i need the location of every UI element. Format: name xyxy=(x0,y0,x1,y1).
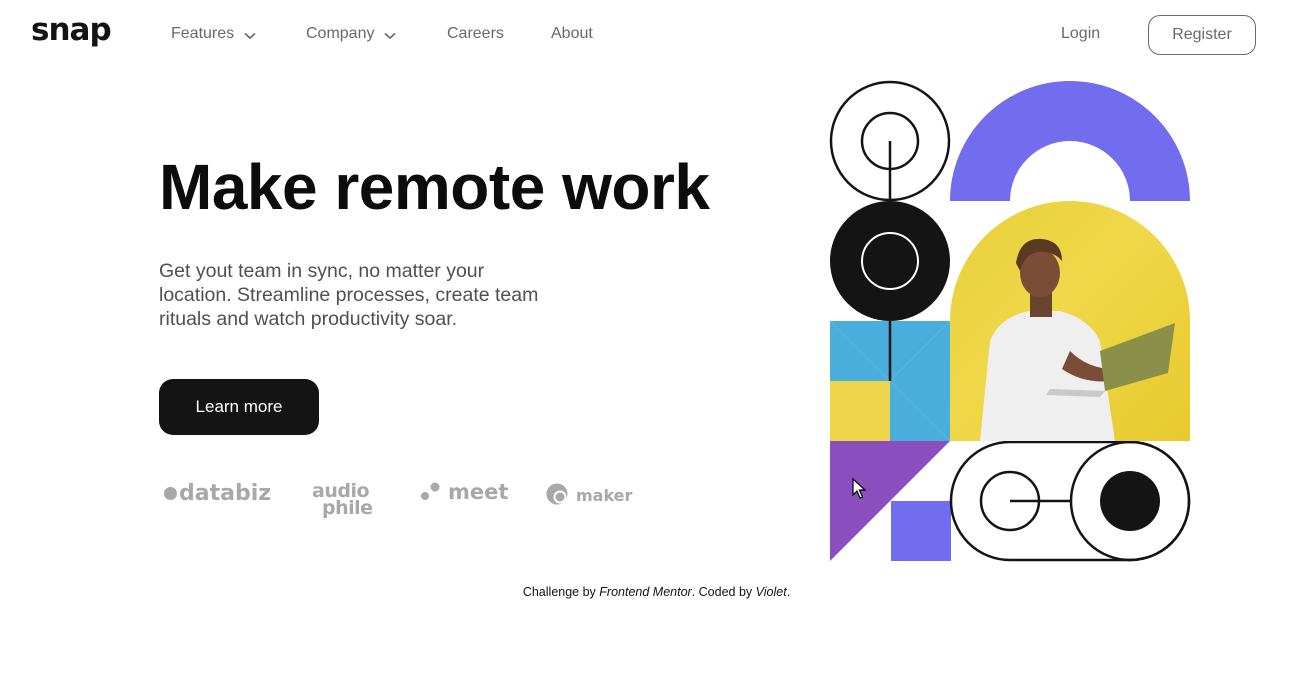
maker-circle-icon xyxy=(546,483,568,505)
databiz-dot-icon xyxy=(164,487,177,500)
mouse-pointer-icon xyxy=(852,478,866,499)
meet-dots-icon xyxy=(421,482,440,500)
person-with-laptop-image xyxy=(980,238,1175,441)
nav-item-about[interactable]: About xyxy=(551,25,593,43)
nav-item-features[interactable]: Features xyxy=(171,25,256,43)
learn-more-button[interactable]: Learn more xyxy=(159,379,319,435)
nav-item-careers[interactable]: Careers xyxy=(447,25,504,43)
chevron-down-icon xyxy=(384,32,397,40)
hero-description: Get yout team in sync, no matter your lo… xyxy=(159,260,539,330)
nav-item-label: Features xyxy=(171,25,235,42)
client-logo-text: meet xyxy=(448,480,509,504)
chevron-down-icon xyxy=(244,32,256,40)
nav-item-company[interactable]: Company xyxy=(306,25,397,43)
client-logo-databiz: databiz xyxy=(164,481,271,506)
attribution-suffix: . xyxy=(786,585,791,599)
client-logo-audiophile: audio phile xyxy=(312,482,373,519)
nav-item-label: Careers xyxy=(447,25,504,42)
register-button[interactable]: Register xyxy=(1148,15,1256,55)
hero-title: Make remote work xyxy=(159,151,710,223)
hero-illustration xyxy=(829,80,1191,562)
attribution-middle: . Coded by xyxy=(691,585,756,599)
hero-photo xyxy=(950,201,1190,441)
nav-item-label: Company xyxy=(306,25,375,42)
attribution: Challenge by Frontend Mentor. Coded by V… xyxy=(0,585,1313,599)
frontend-mentor-link[interactable]: Frontend Mentor xyxy=(599,585,691,599)
client-logo-text: databiz xyxy=(179,481,272,506)
attribution-prefix: Challenge by xyxy=(522,585,600,599)
client-logo-text: maker xyxy=(576,485,633,505)
client-logo-maker: maker xyxy=(546,483,632,507)
page: snap Features Company Careers About Logi… xyxy=(0,0,1313,690)
brand-logo[interactable]: snap xyxy=(31,12,112,48)
client-logo-text: phile xyxy=(322,497,373,519)
nav-item-label: About xyxy=(551,25,593,42)
client-logo-meet: meet xyxy=(420,480,508,504)
login-link[interactable]: Login xyxy=(1061,25,1100,43)
author-link[interactable]: Violet xyxy=(756,585,787,599)
